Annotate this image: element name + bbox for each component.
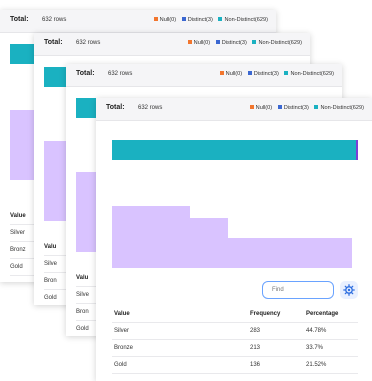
legend-distinct: Distinct(3) (247, 71, 279, 77)
swatch-null (249, 105, 254, 109)
histogram-bar-silver (112, 206, 190, 268)
total-label: Total: (44, 39, 63, 46)
gear-icon (343, 284, 355, 296)
total-label: Total: (76, 70, 95, 77)
cell-value: Gold (44, 295, 57, 301)
total-label: Total: (106, 104, 125, 111)
col-value: Valu (76, 275, 89, 281)
cell-frequency: 283 (250, 328, 261, 334)
cell-value: Bron (76, 309, 89, 315)
col-value: Valu (44, 244, 57, 250)
cell-value: Gold (76, 326, 89, 332)
row-count: 632 rows (76, 40, 101, 46)
swatch-non-distinct (314, 105, 319, 109)
histogram-bar (44, 141, 68, 221)
cell-value: Bronz (10, 247, 26, 253)
cell-frequency: 136 (250, 362, 261, 368)
summary-header: Total: 632 rows Null(0) Distinct(3) Non-… (96, 98, 372, 121)
cell-value: Gold (10, 264, 23, 270)
cell-value: Bron (44, 278, 57, 284)
cell-value: Gold (114, 362, 127, 368)
swatch-null (187, 40, 192, 44)
legend-null: Null(0) (187, 40, 210, 46)
legend-distinct: Distinct(3) (181, 17, 213, 23)
legend-non-distinct: Non-Distinct(629) (284, 71, 334, 77)
histogram-bar (10, 110, 34, 180)
cell-frequency: 213 (250, 345, 261, 351)
table-row[interactable]: Silver 283 44.78% (112, 323, 358, 340)
histogram-bar-gold (228, 238, 352, 268)
legend-non-distinct: Non-Distinct(629) (252, 40, 302, 46)
row-count: 632 rows (138, 105, 163, 111)
swatch-distinct (181, 17, 186, 21)
col-value-header: Value (114, 311, 130, 317)
cell-value: Bronze (114, 345, 134, 351)
legend-distinct: Distinct(3) (277, 105, 309, 111)
swatch-non-distinct (252, 40, 257, 44)
search-placeholder: Find (272, 287, 284, 293)
table-row[interactable]: Bronze 213 33.7% (112, 340, 358, 357)
summary-header: Total: 632 rows Null(0) Distinct(3) Non-… (0, 10, 276, 33)
cell-percentage: 44.78% (306, 328, 327, 334)
table-header-row: Value Frequency Percentage (112, 306, 358, 323)
cell-value: Silver (10, 230, 26, 236)
summary-header: Total: 632 rows Null(0) Distinct(3) Non-… (66, 64, 342, 87)
swatch-null (219, 71, 224, 75)
cell-value: Silve (44, 261, 58, 267)
col-value: Value (10, 213, 26, 219)
legend: Null(0) Distinct(3) Non-Distinct(629) (150, 17, 268, 23)
legend-distinct: Distinct(3) (215, 40, 247, 46)
col-percentage-header: Percentage (306, 311, 339, 317)
legend: Null(0) Distinct(3) Non-Distinct(629) (246, 105, 364, 111)
summary-header: Total: 632 rows Null(0) Distinct(3) Non-… (34, 33, 310, 56)
legend-null: Null(0) (219, 71, 242, 77)
swatch-null (153, 17, 158, 21)
table-row[interactable]: Gold 136 21.52% (112, 357, 358, 374)
swatch-distinct (247, 71, 252, 75)
swatch-distinct (215, 40, 220, 44)
legend-non-distinct: Non-Distinct(629) (218, 17, 268, 23)
legend-null: Null(0) (153, 17, 176, 23)
legend-null: Null(0) (249, 105, 272, 111)
histogram-bar-bronze (190, 218, 228, 268)
legend: Null(0) Distinct(3) Non-Distinct(629) (184, 40, 302, 46)
cell-value: Silve (76, 292, 90, 298)
row-count: 632 rows (42, 17, 67, 23)
profile-panel-front: Total: 632 rows Null(0) Distinct(3) Non-… (96, 98, 372, 381)
distinct-bar-marker (356, 140, 358, 160)
distinct-bar (112, 140, 358, 160)
search-input[interactable]: Find (262, 281, 334, 299)
cell-percentage: 33.7% (306, 345, 324, 351)
swatch-distinct (277, 105, 282, 109)
cell-value: Silver (114, 328, 130, 334)
values-table: Value Frequency Percentage Silver 283 44… (112, 306, 358, 374)
row-count: 632 rows (108, 71, 133, 77)
swatch-non-distinct (284, 71, 289, 75)
cell-percentage: 21.52% (306, 362, 327, 368)
legend-non-distinct: Non-Distinct(629) (314, 105, 364, 111)
settings-button[interactable] (340, 281, 358, 299)
col-frequency-header: Frequency (250, 311, 281, 317)
swatch-non-distinct (218, 17, 223, 21)
legend: Null(0) Distinct(3) Non-Distinct(629) (216, 71, 334, 77)
total-label: Total: (10, 16, 29, 23)
